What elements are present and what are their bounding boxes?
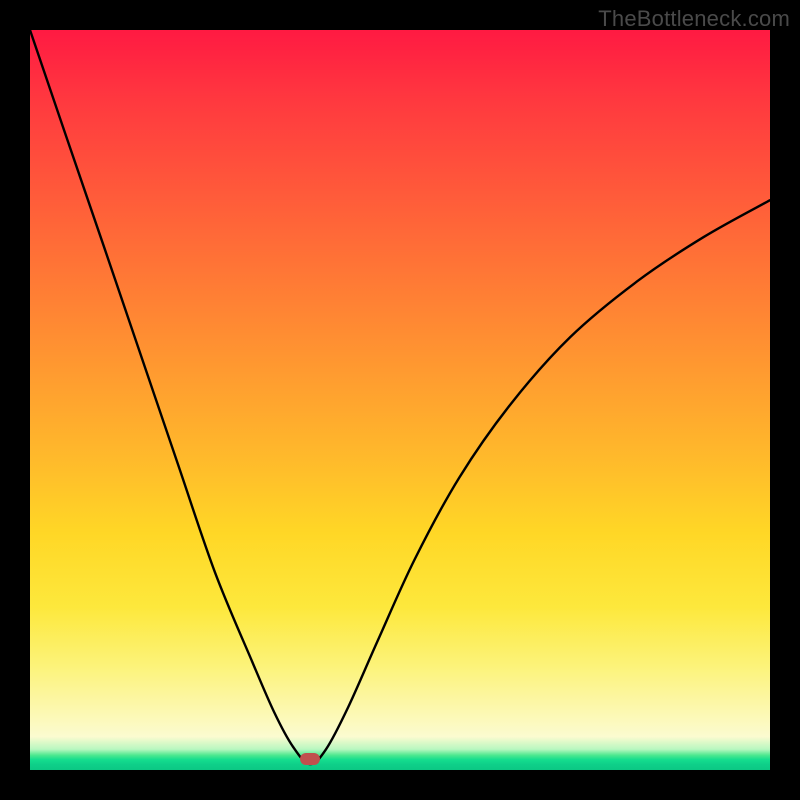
watermark-text: TheBottleneck.com [598, 6, 790, 32]
curve-svg [30, 30, 770, 770]
plot-area [30, 30, 770, 770]
chart-frame: TheBottleneck.com [0, 0, 800, 800]
bottleneck-curve [30, 30, 770, 764]
optimal-point-marker [300, 753, 320, 765]
